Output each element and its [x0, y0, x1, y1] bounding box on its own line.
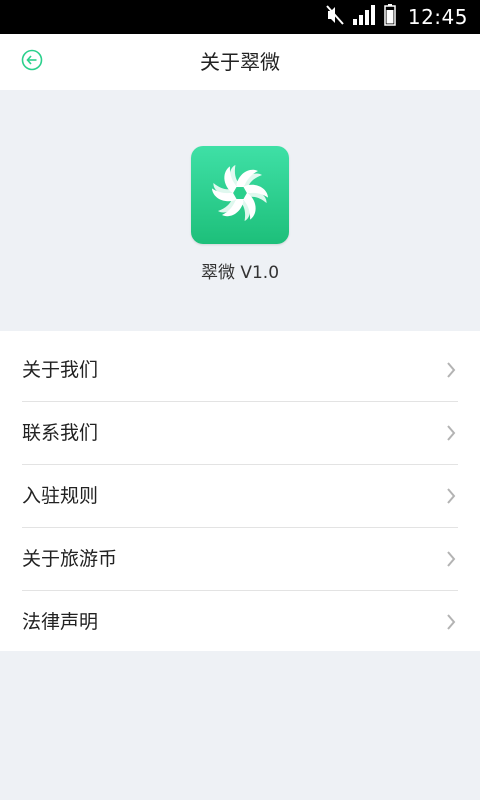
chevron-right-icon — [446, 487, 456, 505]
app-logo-icon — [207, 160, 273, 230]
top-bar: 关于翠微 — [0, 34, 480, 90]
app-version: 翠微 V1.0 — [200, 263, 280, 283]
page-title: 关于翠微 — [200, 50, 280, 74]
status-bar: 12:45 — [0, 0, 480, 34]
menu-item-travel-coins[interactable]: 关于旅游币 — [22, 528, 458, 591]
chevron-right-icon — [446, 361, 456, 379]
menu-item-label: 关于旅游币 — [22, 548, 118, 570]
menu-item-settlement-rules[interactable]: 入驻规则 — [22, 465, 458, 528]
menu-item-label: 入驻规则 — [22, 485, 99, 507]
menu-item-about-us[interactable]: 关于我们 — [22, 339, 458, 402]
status-time: 12:45 — [407, 5, 468, 29]
menu-item-label: 关于我们 — [22, 359, 99, 381]
menu-item-legal-statement[interactable]: 法律声明 — [22, 591, 458, 653]
chevron-right-icon — [446, 550, 456, 568]
about-menu: 关于我们 联系我们 入驻规则 关于旅游币 法律声明 — [0, 331, 480, 651]
app-logo — [191, 146, 289, 244]
chevron-right-icon — [446, 424, 456, 442]
app-info-header: 翠微 V1.0 — [0, 90, 480, 330]
signal-icon — [352, 5, 376, 29]
chevron-right-icon — [446, 613, 456, 631]
menu-item-label: 联系我们 — [22, 422, 99, 444]
menu-item-contact-us[interactable]: 联系我们 — [22, 402, 458, 465]
mute-icon — [326, 5, 344, 29]
status-icons: 12:45 — [326, 0, 468, 34]
menu-item-label: 法律声明 — [22, 611, 99, 633]
battery-icon — [384, 4, 396, 30]
